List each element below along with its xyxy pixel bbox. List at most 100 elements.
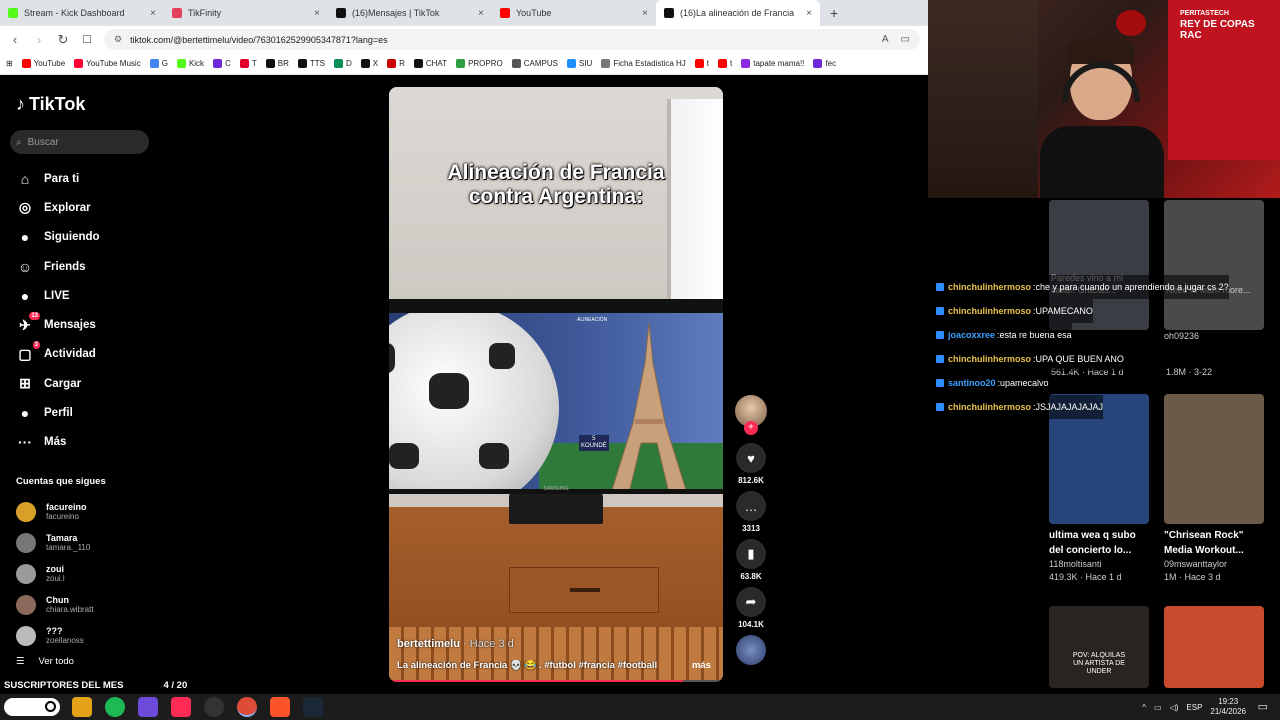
tab-close-icon[interactable]: × xyxy=(642,8,648,19)
sidebar-item-siguiendo[interactable]: ● Siguiendo xyxy=(16,223,156,252)
obs-icon[interactable] xyxy=(204,697,224,717)
video-thumbnail[interactable] xyxy=(1164,606,1264,688)
sidebar-item-más[interactable]: ··· Más xyxy=(16,428,156,457)
bookmark-item[interactable]: t xyxy=(694,59,710,68)
browser-tab[interactable]: TikFinity × xyxy=(164,0,328,26)
following-item[interactable]: zoui zoui.l xyxy=(16,558,156,589)
notification-badge: 13 xyxy=(29,312,40,321)
following-item[interactable]: Chun chiara.wibratt xyxy=(16,589,156,620)
comment-icon: … xyxy=(736,491,766,521)
bookmark-item[interactable]: t xyxy=(718,59,732,68)
bookmark-item[interactable]: fec xyxy=(813,59,836,68)
sidebar-item-actividad[interactable]: ▢ 3 Actividad xyxy=(16,340,156,369)
following-item[interactable]: Tamara tamara._110 xyxy=(16,527,156,558)
following-item[interactable]: ??? zoellanoss xyxy=(16,620,156,651)
sidebar-item-explorar[interactable]: ◎ Explorar xyxy=(16,193,156,222)
sidebar-item-mensajes[interactable]: ✈ 13 Mensajes xyxy=(16,310,156,339)
steam-icon[interactable] xyxy=(303,697,323,717)
cast-icon[interactable]: ▭ xyxy=(901,34,910,45)
bookmark-item[interactable]: tapate mama!! xyxy=(741,59,804,68)
volume-icon[interactable]: ◁) xyxy=(1170,703,1179,712)
bookmark-item[interactable]: G xyxy=(149,59,168,68)
video-card[interactable]: ultima wea q subo del concierto lo... 118… xyxy=(1049,394,1149,584)
language-indicator[interactable]: ESP xyxy=(1186,703,1202,712)
apps-icon[interactable]: ⊞ xyxy=(6,59,13,68)
bookmark-item[interactable]: CHAT xyxy=(413,59,447,68)
tab-close-icon[interactable]: × xyxy=(314,8,320,19)
browser-tab[interactable]: Stream - Kick Dashboard × xyxy=(0,0,164,26)
reload-icon[interactable]: ↻ xyxy=(56,32,70,48)
bookmark-icon[interactable]: ☐ xyxy=(80,33,94,46)
new-tab-button[interactable]: + xyxy=(820,0,848,26)
share-button[interactable]: ➦ 104.1K xyxy=(733,587,769,629)
bookmark-item[interactable]: BR xyxy=(265,59,289,68)
discord-icon[interactable] xyxy=(138,697,158,717)
video-player[interactable]: Alineación de Francia contra Argentina: … xyxy=(389,87,723,682)
video-author[interactable]: bertettimelu · Hace 3 d xyxy=(397,638,514,650)
tab-close-icon[interactable]: × xyxy=(478,8,484,19)
chrome-icon[interactable] xyxy=(237,697,257,717)
sidebar-item-live[interactable]: ● LIVE xyxy=(16,281,156,310)
comment-button[interactable]: … 3313 xyxy=(733,491,769,533)
bookmark-item[interactable]: T xyxy=(239,59,257,68)
avatar xyxy=(16,625,36,646)
sidebar-item-label: Explorar xyxy=(44,201,91,214)
video-grid: Paredes vino a mi casa!! Gracias...561.4… xyxy=(1040,198,1280,688)
forward-icon[interactable]: › xyxy=(32,32,46,47)
browser-tab-bar: Stream - Kick Dashboard × TikFinity × (16)Me… xyxy=(0,0,928,26)
following-item[interactable]: facureino facureino xyxy=(16,496,156,527)
bookmark-item[interactable]: Kick xyxy=(176,59,204,68)
spotify-icon[interactable] xyxy=(105,697,125,717)
bookmark-item[interactable]: CAMPUS xyxy=(511,59,558,68)
brave-icon[interactable] xyxy=(270,697,290,717)
bookmark-item[interactable]: TTS xyxy=(297,59,325,68)
activity-icon: ▢ 3 xyxy=(18,341,40,362)
save-button[interactable]: ▮ 63.8K xyxy=(733,539,769,581)
bookmark-item[interactable]: D xyxy=(333,59,352,68)
back-icon[interactable]: ‹ xyxy=(8,32,22,47)
tab-close-icon[interactable]: × xyxy=(806,8,812,19)
sidebar-item-friends[interactable]: ☺ Friends xyxy=(16,252,156,281)
follow-plus-icon[interactable]: + xyxy=(744,421,758,435)
file-explorer-icon[interactable] xyxy=(72,697,92,717)
tab-close-icon[interactable]: × xyxy=(150,8,156,19)
see-all-link[interactable]: ☰ Ver todo xyxy=(16,656,74,667)
notifications-icon[interactable]: ▭ xyxy=(1258,700,1268,713)
taskbar-search[interactable] xyxy=(4,698,60,716)
video-card[interactable]: POV: ALQUILAS UN ARTISTA DE UNDER xyxy=(1049,606,1149,688)
creator-avatar[interactable]: + xyxy=(735,395,767,435)
video-thumbnail[interactable]: POV: ALQUILAS UN ARTISTA DE UNDER xyxy=(1049,606,1149,688)
bookmark-item[interactable]: PROPRO xyxy=(456,59,503,68)
bookmark-item[interactable]: R xyxy=(387,59,405,68)
video-progress-bar[interactable] xyxy=(389,680,723,682)
browser-tab[interactable]: YouTube × xyxy=(492,0,656,26)
sidebar-item-cargar[interactable]: ⊞ Cargar xyxy=(16,369,156,398)
search-input[interactable]: ⌕ Buscar xyxy=(10,130,149,154)
like-button[interactable]: ♥ 812.6K xyxy=(733,443,769,485)
sidebar-item-label: Perfil xyxy=(44,407,73,420)
tray-chevron-icon[interactable]: ^ xyxy=(1142,703,1146,712)
site-info-icon[interactable]: ⚙ xyxy=(114,34,122,45)
browser-tab[interactable]: (16)Mensajes | TikTok × xyxy=(328,0,492,26)
sidebar-item-perfil[interactable]: ● Perfil xyxy=(16,398,156,427)
bookmark-label: t xyxy=(706,59,710,68)
tiktok-studio-icon[interactable] xyxy=(171,697,191,717)
bookmark-item[interactable]: C xyxy=(213,59,231,68)
address-bar[interactable]: ⚙ tiktok.com/@bertettimelu/video/7630162… xyxy=(104,29,920,50)
browser-tab[interactable]: (16)La alineación de Francia × xyxy=(656,0,820,26)
clock-time: 19:23 xyxy=(1218,697,1239,706)
bookmark-item[interactable]: Ficha Estadistica HJ xyxy=(601,59,686,68)
video-card[interactable] xyxy=(1164,606,1264,688)
more-button[interactable]: más xyxy=(692,660,711,671)
video-card[interactable]: "Chrisean Rock" Media Workout... 09mswant… xyxy=(1164,394,1264,584)
bookmark-item[interactable]: YouTube Music xyxy=(74,59,141,68)
sidebar-item-para-ti[interactable]: ⌂ Para ti xyxy=(16,164,156,193)
tiktok-logo[interactable]: ♪ TikTok xyxy=(16,94,85,115)
translate-icon[interactable]: A xyxy=(882,34,889,45)
next-video-avatar[interactable] xyxy=(736,635,766,665)
clock[interactable]: 19:23 21/4/2026 xyxy=(1210,697,1246,717)
bookmark-item[interactable]: SIU xyxy=(566,59,592,68)
bookmark-item[interactable]: YouTube xyxy=(21,59,65,68)
bookmark-item[interactable]: X xyxy=(360,59,378,68)
network-icon[interactable]: ▭ xyxy=(1154,703,1162,712)
